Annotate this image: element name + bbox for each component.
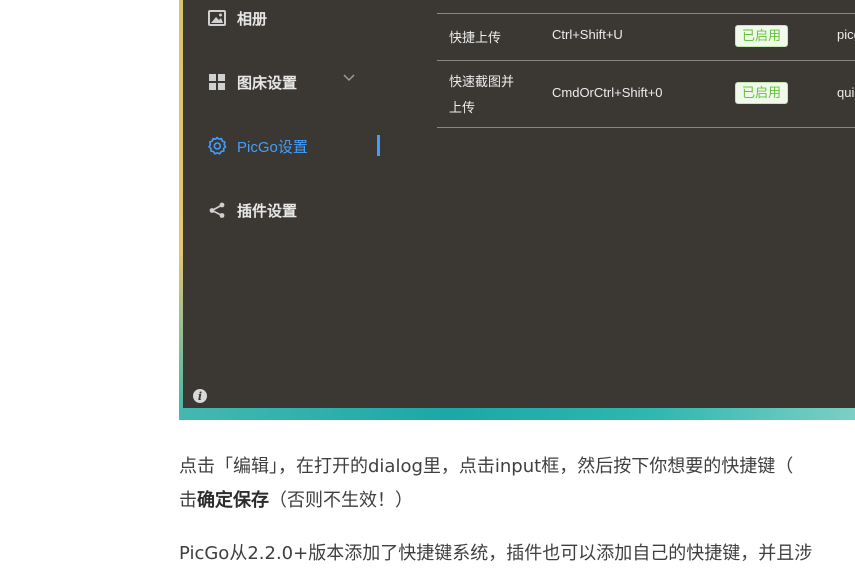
share-icon	[207, 200, 227, 220]
bold-text: 确定保存	[197, 490, 269, 511]
gear-icon	[207, 136, 227, 156]
row-divider	[437, 60, 855, 61]
shortcut-key: Ctrl+Shift+U	[552, 27, 623, 42]
sidebar: 相册 图床设置 PicGo设置 插件设置 i	[183, 0, 433, 408]
sidebar-item-label: PicGo设置	[237, 138, 308, 156]
sidebar-item-label: 图床设置	[237, 74, 298, 92]
shortcut-name-line2: 上传	[449, 100, 476, 115]
info-icon[interactable]: i	[193, 389, 207, 403]
screenshot-image: 相册 图床设置 PicGo设置 插件设置 i 快捷上传 Ctrl+Shift+U…	[179, 0, 855, 420]
row-divider	[437, 13, 855, 14]
active-indicator	[377, 135, 380, 156]
grid-icon	[207, 72, 227, 92]
sidebar-item-plugin-settings[interactable]: 插件设置	[207, 198, 297, 222]
desktop-background-strip	[179, 408, 855, 420]
text-run: （否则不生效！）	[269, 490, 413, 511]
sidebar-item-picgo-settings[interactable]: PicGo设置	[207, 134, 308, 158]
sidebar-item-label: 插件设置	[237, 202, 298, 220]
sidebar-item-album[interactable]: 相册	[207, 6, 267, 30]
article-paragraph-line: 点击「编辑」，在打开的dialog里，点击input框，然后按下你想要的快捷键（	[179, 456, 794, 477]
text-run: 击	[179, 490, 197, 511]
chevron-down-icon[interactable]	[343, 71, 355, 85]
sidebar-item-picbed-settings[interactable]: 图床设置	[207, 70, 297, 94]
status-badge: 已启用	[735, 82, 789, 104]
shortcut-name-line1: 快速截图并	[449, 74, 515, 89]
shortcut-source: picgo	[837, 27, 855, 42]
sidebar-item-label: 相册	[237, 10, 268, 28]
article-paragraph-line: PicGo从2.2.0+版本添加了快捷键系统，插件也可以添加自己的快捷键，并且涉	[179, 543, 813, 564]
article-paragraph-line: 击确定保存（否则不生效！）	[179, 484, 413, 518]
shortcut-source: quick	[837, 85, 855, 100]
picgo-window: 相册 图床设置 PicGo设置 插件设置 i 快捷上传 Ctrl+Shift+U…	[183, 0, 855, 408]
shortcut-name: 快捷上传	[449, 30, 502, 45]
shortcut-key: CmdOrCtrl+Shift+0	[552, 85, 663, 100]
status-badge: 已启用	[735, 25, 789, 47]
picture-icon	[207, 8, 227, 28]
row-divider	[437, 127, 855, 128]
